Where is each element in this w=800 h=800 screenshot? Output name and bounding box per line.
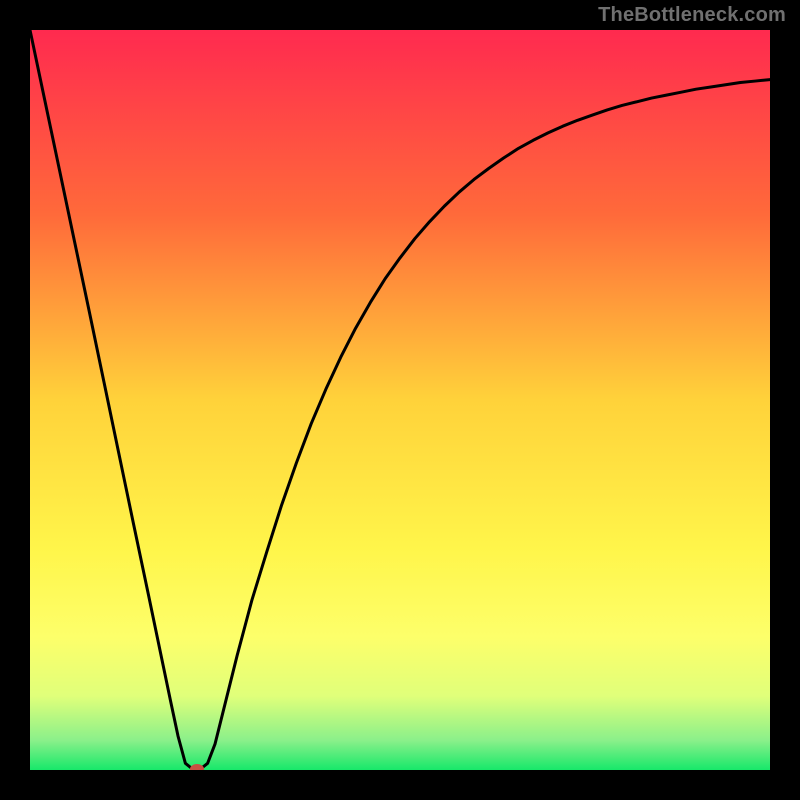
bottleneck-marker xyxy=(190,764,204,770)
plot-svg xyxy=(30,30,770,770)
plot-area xyxy=(30,30,770,770)
watermark-text: TheBottleneck.com xyxy=(598,4,786,27)
chart-frame: TheBottleneck.com xyxy=(0,0,800,800)
gradient-background xyxy=(30,30,770,770)
